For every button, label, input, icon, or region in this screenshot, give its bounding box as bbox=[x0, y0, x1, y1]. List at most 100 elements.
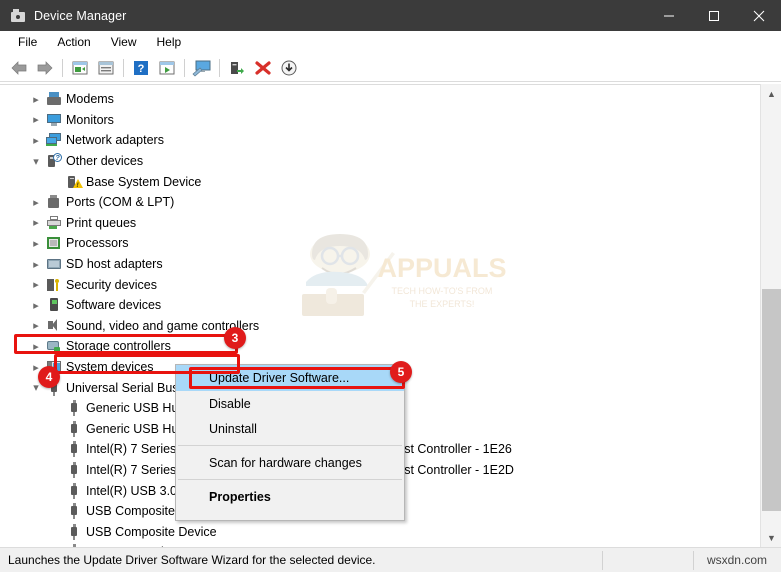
annotation-badge-5: 5 bbox=[390, 361, 412, 383]
warning-device-icon bbox=[65, 174, 83, 190]
tree-item-label: Monitors bbox=[66, 112, 114, 127]
printer-icon bbox=[45, 215, 63, 231]
tree-item-modems[interactable]: ▸ Modems bbox=[5, 89, 760, 110]
close-icon[interactable] bbox=[736, 0, 781, 31]
title-bar: Device Manager bbox=[0, 0, 781, 31]
annotation-box-update-driver-software bbox=[189, 367, 405, 389]
tree-item-monitors[interactable]: ▸ Monitors bbox=[5, 110, 760, 131]
maximize-icon[interactable] bbox=[691, 0, 736, 31]
properties-icon[interactable] bbox=[93, 56, 119, 80]
device-manager-window: Device Manager File Action View Help ? ▸… bbox=[0, 0, 781, 572]
usb-icon bbox=[65, 420, 83, 437]
sound-device-icon bbox=[45, 318, 63, 334]
uninstall-device-icon[interactable] bbox=[250, 56, 276, 80]
context-menu-label: Properties bbox=[209, 489, 271, 504]
tree-item-software-devices[interactable]: ▸ Software devices bbox=[5, 295, 760, 316]
context-menu-separator bbox=[178, 445, 402, 446]
tree-item-label: Other devices bbox=[66, 154, 144, 169]
status-site: wsxdn.com bbox=[706, 553, 767, 567]
menu-action[interactable]: Action bbox=[47, 32, 100, 52]
context-menu-separator bbox=[178, 479, 402, 480]
status-bar: Launches the Update Driver Software Wiza… bbox=[0, 547, 781, 572]
status-divider bbox=[693, 551, 694, 570]
context-menu-item-disable[interactable]: Disable bbox=[176, 391, 404, 416]
chevron-right-icon[interactable]: ▸ bbox=[27, 258, 45, 271]
security-device-icon bbox=[45, 277, 63, 293]
usb-icon bbox=[65, 400, 83, 417]
context-menu-item-uninstall[interactable]: Uninstall bbox=[176, 416, 404, 441]
chevron-right-icon[interactable]: ▸ bbox=[27, 278, 45, 291]
update-driver-icon[interactable] bbox=[154, 56, 180, 80]
tree-item-base-system-device[interactable]: Base System Device bbox=[5, 171, 760, 192]
tree-item-label: Modems bbox=[66, 92, 114, 107]
menu-file[interactable]: File bbox=[8, 32, 47, 52]
chevron-right-icon[interactable]: ▸ bbox=[27, 299, 45, 312]
tree-item-ports[interactable]: ▸ Ports (COM & LPT) bbox=[5, 192, 760, 213]
update-device-icon[interactable] bbox=[276, 56, 302, 80]
toolbar-separator bbox=[123, 58, 124, 77]
scan-hardware-changes-icon[interactable] bbox=[189, 56, 215, 80]
tree-item-print-queues[interactable]: ▸ Print queues bbox=[5, 213, 760, 234]
tree-item-label: Security devices bbox=[66, 277, 158, 292]
scroll-up-button[interactable]: ▲ bbox=[761, 84, 781, 103]
chevron-right-icon[interactable]: ▸ bbox=[27, 237, 45, 250]
tree-item-label: Base System Device bbox=[86, 174, 202, 189]
device-manager-icon bbox=[10, 8, 26, 24]
annotation-badge-4: 4 bbox=[38, 366, 60, 388]
context-menu-label: Uninstall bbox=[209, 421, 257, 436]
software-device-icon bbox=[45, 297, 63, 313]
context-menu-label: Disable bbox=[209, 396, 251, 411]
processor-icon bbox=[45, 235, 63, 251]
tree-item-network-adapters[interactable]: ▸ Network adapters bbox=[5, 130, 760, 151]
usb-icon bbox=[65, 441, 83, 458]
tree-item-label: Generic USB Hub bbox=[86, 401, 186, 416]
minimize-icon[interactable] bbox=[646, 0, 691, 31]
toolbar-separator bbox=[62, 58, 63, 77]
tree-item-usb-composite-device-2[interactable]: USB Composite Device bbox=[5, 521, 760, 542]
usb-icon bbox=[65, 523, 83, 540]
scrollbar-thumb[interactable] bbox=[762, 289, 781, 511]
window-controls bbox=[646, 0, 781, 31]
tree-item-label: USB Composite Device bbox=[86, 524, 217, 539]
tree-item-label: Software devices bbox=[66, 298, 162, 313]
chevron-right-icon[interactable]: ▸ bbox=[27, 93, 45, 106]
usb-icon bbox=[65, 503, 83, 520]
usb-icon bbox=[65, 482, 83, 499]
back-arrow-icon[interactable] bbox=[6, 56, 32, 80]
annotation-box-usb-controllers bbox=[14, 334, 238, 354]
window-title: Device Manager bbox=[34, 8, 127, 23]
context-menu-label: Scan for hardware changes bbox=[209, 455, 362, 470]
vertical-scrollbar[interactable]: ▲ ▼ bbox=[760, 84, 781, 547]
chevron-right-icon[interactable]: ▸ bbox=[27, 113, 45, 126]
chevron-right-icon[interactable]: ▸ bbox=[27, 196, 45, 209]
svg-text:?: ? bbox=[138, 63, 145, 75]
forward-arrow-icon[interactable] bbox=[32, 56, 58, 80]
chevron-right-icon[interactable]: ▸ bbox=[27, 319, 45, 332]
sd-host-icon bbox=[45, 256, 63, 272]
menu-help[interactable]: Help bbox=[147, 32, 192, 52]
chevron-right-icon[interactable]: ▸ bbox=[27, 216, 45, 229]
network-adapter-icon bbox=[45, 132, 63, 148]
toolbar-separator bbox=[219, 58, 220, 77]
tree-item-label: Print queues bbox=[66, 215, 137, 230]
usb-icon bbox=[65, 461, 83, 478]
tree-item-other-devices[interactable]: ▾ ? Other devices bbox=[5, 151, 760, 172]
context-menu-item-scan-for-hardware-changes[interactable]: Scan for hardware changes bbox=[176, 450, 404, 475]
help-icon[interactable]: ? bbox=[128, 56, 154, 80]
context-menu-item-properties[interactable]: Properties bbox=[176, 484, 404, 509]
port-icon bbox=[45, 194, 63, 210]
chevron-right-icon[interactable]: ▸ bbox=[27, 134, 45, 147]
status-message: Launches the Update Driver Software Wiza… bbox=[8, 553, 376, 567]
chevron-down-icon[interactable]: ▾ bbox=[27, 155, 45, 168]
tree-item-label: Generic USB Hub bbox=[86, 421, 186, 436]
toolbar: ? bbox=[0, 54, 781, 82]
tree-item-security-devices[interactable]: ▸ Security devices bbox=[5, 274, 760, 295]
menu-view[interactable]: View bbox=[101, 32, 147, 52]
annotation-badge-3: 3 bbox=[224, 327, 246, 349]
scroll-down-button[interactable]: ▼ bbox=[761, 528, 781, 547]
show-hidden-devices-icon[interactable] bbox=[67, 56, 93, 80]
enable-device-icon[interactable] bbox=[224, 56, 250, 80]
tree-item-processors[interactable]: ▸ Processors bbox=[5, 233, 760, 254]
tree-item-label: Processors bbox=[66, 236, 129, 251]
tree-item-sd-host-adapters[interactable]: ▸ SD host adapters bbox=[5, 254, 760, 275]
